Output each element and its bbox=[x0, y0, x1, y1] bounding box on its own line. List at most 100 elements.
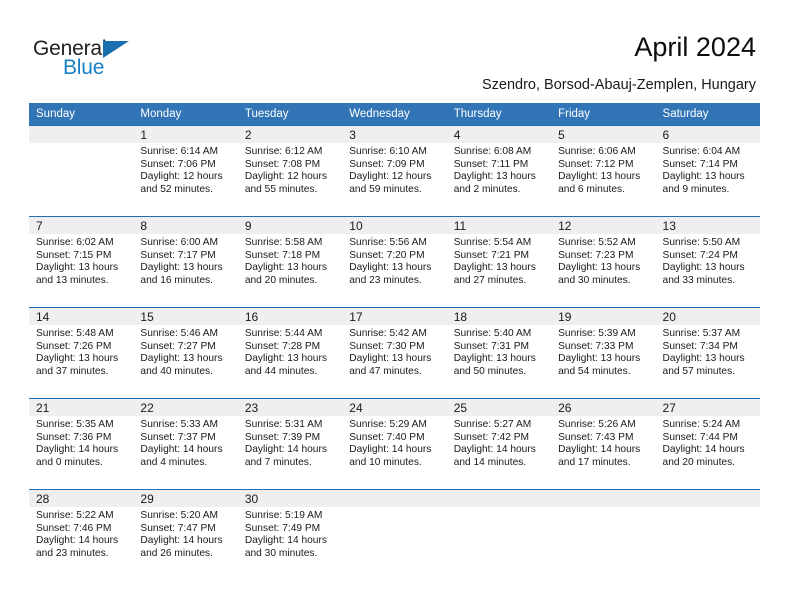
calendar-day-cell[interactable]: 6 Sunrise: 6:04 AM Sunset: 7:14 PM Dayli… bbox=[655, 125, 760, 217]
day-details: Sunrise: 5:33 AM Sunset: 7:37 PM Dayligh… bbox=[133, 416, 237, 469]
calendar-day-cell[interactable]: 11 Sunrise: 5:54 AM Sunset: 7:21 PM Dayl… bbox=[446, 216, 552, 308]
daylight-text-line2: and 20 minutes. bbox=[244, 274, 318, 286]
day-number: 30 bbox=[237, 490, 343, 507]
sunrise-text: Sunrise: 5:29 AM bbox=[349, 419, 427, 430]
day-details: Sunrise: 5:19 AM Sunset: 7:49 PM Dayligh… bbox=[238, 507, 342, 560]
daylight-text-line1: Daylight: 13 hours bbox=[140, 262, 223, 274]
calendar-day-cell[interactable]: 9 Sunrise: 5:58 AM Sunset: 7:18 PM Dayli… bbox=[237, 216, 343, 308]
calendar-day-cell[interactable] bbox=[655, 489, 760, 580]
calendar-week-row: 14 Sunrise: 5:48 AM Sunset: 7:26 PM Dayl… bbox=[29, 307, 760, 399]
sunrise-text: Sunrise: 5:27 AM bbox=[453, 419, 532, 430]
day-details: Sunrise: 5:29 AM Sunset: 7:40 PM Dayligh… bbox=[342, 416, 446, 469]
sunset-text: Sunset: 7:39 PM bbox=[244, 431, 321, 443]
sunset-text: Sunset: 7:06 PM bbox=[140, 158, 216, 170]
calendar-day-cell[interactable]: 5 Sunrise: 6:06 AM Sunset: 7:12 PM Dayli… bbox=[551, 125, 656, 217]
day-details: Sunrise: 6:12 AM Sunset: 7:08 PM Dayligh… bbox=[238, 143, 342, 196]
day-number: 24 bbox=[342, 399, 447, 416]
day-details: Sunrise: 5:44 AM Sunset: 7:28 PM Dayligh… bbox=[238, 325, 342, 378]
daylight-text-line1: Daylight: 14 hours bbox=[140, 444, 223, 456]
daylight-text-line1: Daylight: 14 hours bbox=[558, 444, 641, 456]
calendar-day-cell[interactable]: 14 Sunrise: 5:48 AM Sunset: 7:26 PM Dayl… bbox=[29, 307, 134, 399]
calendar-day-cell[interactable]: 29 Sunrise: 5:20 AM Sunset: 7:47 PM Dayl… bbox=[133, 489, 238, 580]
day-number: 3 bbox=[342, 126, 447, 143]
calendar-day-cell[interactable]: 30 Sunrise: 5:19 AM Sunset: 7:49 PM Dayl… bbox=[237, 489, 343, 580]
daylight-text-line1: Daylight: 13 hours bbox=[558, 262, 641, 274]
day-number: 5 bbox=[551, 126, 656, 143]
calendar-day-cell[interactable]: 19 Sunrise: 5:39 AM Sunset: 7:33 PM Dayl… bbox=[551, 307, 656, 399]
daylight-text-line1: Daylight: 12 hours bbox=[140, 171, 223, 183]
daylight-text-line1: Daylight: 13 hours bbox=[453, 353, 536, 365]
calendar-day-cell[interactable]: 15 Sunrise: 5:46 AM Sunset: 7:27 PM Dayl… bbox=[133, 307, 238, 399]
sunset-text: Sunset: 7:08 PM bbox=[244, 158, 321, 170]
weekday-header-friday: Friday bbox=[551, 103, 656, 126]
day-details: Sunrise: 5:46 AM Sunset: 7:27 PM Dayligh… bbox=[133, 325, 237, 378]
general-blue-logo: General Blue bbox=[33, 38, 163, 86]
day-number: 7 bbox=[29, 217, 134, 234]
day-number bbox=[551, 490, 656, 507]
calendar-day-cell[interactable]: 27 Sunrise: 5:24 AM Sunset: 7:44 PM Dayl… bbox=[655, 398, 760, 490]
day-details: Sunrise: 5:31 AM Sunset: 7:39 PM Dayligh… bbox=[238, 416, 342, 469]
calendar-day-cell[interactable] bbox=[551, 489, 656, 580]
calendar-day-cell[interactable]: 12 Sunrise: 5:52 AM Sunset: 7:23 PM Dayl… bbox=[551, 216, 656, 308]
daylight-text-line2: and 0 minutes. bbox=[36, 456, 103, 468]
daylight-text-line2: and 10 minutes. bbox=[349, 456, 422, 468]
day-details: Sunrise: 6:10 AM Sunset: 7:09 PM Dayligh… bbox=[342, 143, 446, 196]
daylight-text-line1: Daylight: 14 hours bbox=[140, 535, 223, 547]
calendar-day-cell[interactable]: 10 Sunrise: 5:56 AM Sunset: 7:20 PM Dayl… bbox=[342, 216, 447, 308]
day-number: 2 bbox=[237, 126, 343, 143]
daylight-text-line1: Daylight: 13 hours bbox=[244, 262, 327, 274]
calendar-day-cell[interactable]: 21 Sunrise: 5:35 AM Sunset: 7:36 PM Dayl… bbox=[29, 398, 134, 490]
calendar-day-cell[interactable] bbox=[446, 489, 552, 580]
calendar-day-cell[interactable] bbox=[29, 125, 134, 217]
day-details bbox=[551, 507, 655, 510]
day-details: Sunrise: 5:54 AM Sunset: 7:21 PM Dayligh… bbox=[447, 234, 551, 287]
calendar-day-cell[interactable] bbox=[342, 489, 447, 580]
calendar-day-cell[interactable]: 18 Sunrise: 5:40 AM Sunset: 7:31 PM Dayl… bbox=[446, 307, 552, 399]
calendar-day-cell[interactable]: 7 Sunrise: 6:02 AM Sunset: 7:15 PM Dayli… bbox=[29, 216, 134, 308]
daylight-text-line2: and 20 minutes. bbox=[662, 456, 736, 468]
daylight-text-line2: and 30 minutes. bbox=[558, 274, 631, 286]
logo-triangle-icon bbox=[103, 41, 129, 58]
sunset-text: Sunset: 7:26 PM bbox=[36, 340, 112, 352]
calendar-page: General Blue April 2024 Szendro, Borsod-… bbox=[0, 0, 792, 612]
day-number: 26 bbox=[551, 399, 656, 416]
calendar-day-cell[interactable]: 4 Sunrise: 6:08 AM Sunset: 7:11 PM Dayli… bbox=[446, 125, 552, 217]
sunset-text: Sunset: 7:30 PM bbox=[349, 340, 425, 352]
calendar-day-cell[interactable]: 24 Sunrise: 5:29 AM Sunset: 7:40 PM Dayl… bbox=[342, 398, 447, 490]
day-details: Sunrise: 5:48 AM Sunset: 7:26 PM Dayligh… bbox=[29, 325, 133, 378]
daylight-text-line2: and 57 minutes. bbox=[662, 365, 736, 377]
sunset-text: Sunset: 7:09 PM bbox=[349, 158, 425, 170]
calendar-day-cell[interactable]: 23 Sunrise: 5:31 AM Sunset: 7:39 PM Dayl… bbox=[237, 398, 343, 490]
calendar-day-cell[interactable]: 1 Sunrise: 6:14 AM Sunset: 7:06 PM Dayli… bbox=[133, 125, 238, 217]
daylight-text-line1: Daylight: 13 hours bbox=[453, 171, 536, 183]
day-number: 18 bbox=[446, 308, 552, 325]
sunset-text: Sunset: 7:34 PM bbox=[662, 340, 738, 352]
calendar-day-cell[interactable]: 3 Sunrise: 6:10 AM Sunset: 7:09 PM Dayli… bbox=[342, 125, 447, 217]
daylight-text-line2: and 37 minutes. bbox=[36, 365, 109, 377]
sunset-text: Sunset: 7:42 PM bbox=[453, 431, 530, 443]
daylight-text-line2: and 14 minutes. bbox=[453, 456, 527, 468]
day-number bbox=[342, 490, 447, 507]
daylight-text-line2: and 23 minutes. bbox=[36, 547, 109, 559]
calendar-day-cell[interactable]: 17 Sunrise: 5:42 AM Sunset: 7:30 PM Dayl… bbox=[342, 307, 447, 399]
calendar-day-cell[interactable]: 22 Sunrise: 5:33 AM Sunset: 7:37 PM Dayl… bbox=[133, 398, 238, 490]
calendar-day-cell[interactable]: 28 Sunrise: 5:22 AM Sunset: 7:46 PM Dayl… bbox=[29, 489, 134, 580]
calendar-day-cell[interactable]: 26 Sunrise: 5:26 AM Sunset: 7:43 PM Dayl… bbox=[551, 398, 656, 490]
calendar-day-cell[interactable]: 16 Sunrise: 5:44 AM Sunset: 7:28 PM Dayl… bbox=[237, 307, 343, 399]
weekday-header-thursday: Thursday bbox=[446, 103, 552, 126]
daylight-text-line1: Daylight: 14 hours bbox=[453, 444, 536, 456]
daylight-text-line1: Daylight: 14 hours bbox=[36, 444, 119, 456]
sunset-text: Sunset: 7:47 PM bbox=[140, 522, 216, 534]
calendar-day-cell[interactable]: 8 Sunrise: 6:00 AM Sunset: 7:17 PM Dayli… bbox=[133, 216, 238, 308]
calendar-day-cell[interactable]: 20 Sunrise: 5:37 AM Sunset: 7:34 PM Dayl… bbox=[655, 307, 760, 399]
daylight-text-line1: Daylight: 13 hours bbox=[244, 353, 327, 365]
daylight-text-line1: Daylight: 14 hours bbox=[244, 444, 327, 456]
calendar-day-cell[interactable]: 25 Sunrise: 5:27 AM Sunset: 7:42 PM Dayl… bbox=[446, 398, 552, 490]
daylight-text-line2: and 52 minutes. bbox=[140, 183, 213, 195]
sunset-text: Sunset: 7:31 PM bbox=[453, 340, 530, 352]
logo-text-blue: Blue bbox=[63, 56, 105, 79]
calendar-day-cell[interactable]: 13 Sunrise: 5:50 AM Sunset: 7:24 PM Dayl… bbox=[655, 216, 760, 308]
day-details: Sunrise: 5:39 AM Sunset: 7:33 PM Dayligh… bbox=[551, 325, 655, 378]
day-number: 14 bbox=[29, 308, 134, 325]
calendar-day-cell[interactable]: 2 Sunrise: 6:12 AM Sunset: 7:08 PM Dayli… bbox=[237, 125, 343, 217]
